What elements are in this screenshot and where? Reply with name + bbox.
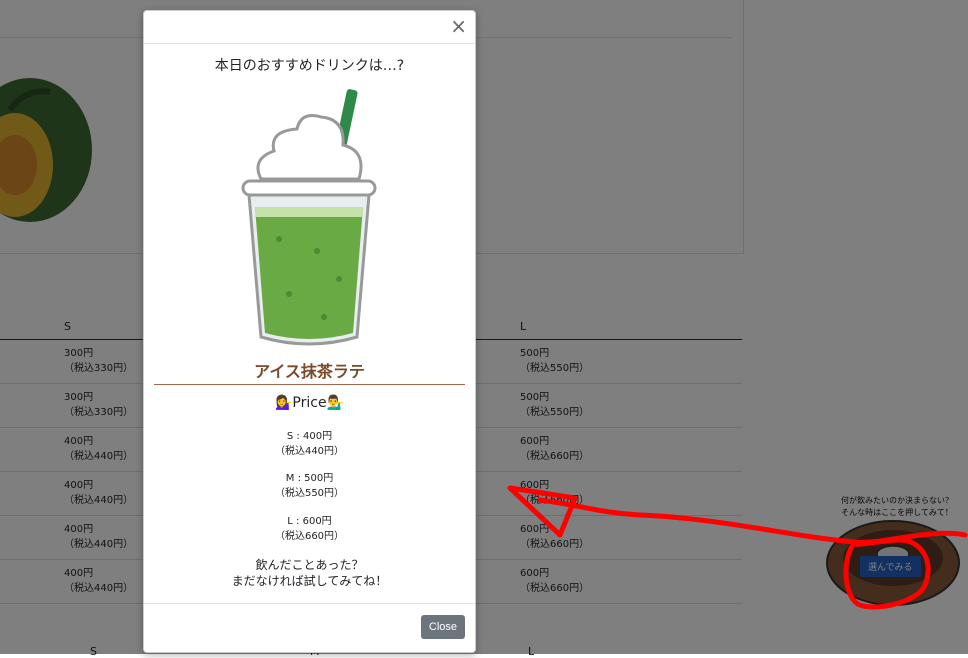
modal-question: 飲んだことあった？ まだなければ試してみてね！ [144, 557, 475, 589]
price-l: L : 600円 （税込660円） [144, 514, 475, 544]
price-m-label: M : 500円 [285, 473, 334, 484]
price-m: M : 500円 （税込550円） [144, 471, 475, 501]
price-s-label: S : 400円 [286, 431, 333, 442]
price-title: 💁‍♀️Price💁‍♂️ [274, 395, 344, 411]
price-l-tax: （税込660円） [274, 531, 345, 542]
close-icon[interactable]: × [450, 15, 467, 37]
modal-header: × [144, 11, 475, 44]
drink-name-underline [154, 384, 465, 385]
price-m-tax: （税込550円） [274, 488, 345, 499]
price-s: S : 400円 （税込440円） [144, 429, 475, 459]
price-s-tax: （税込440円） [274, 446, 345, 457]
modal-footer-divider [144, 603, 475, 604]
matcha-latte-image [241, 89, 377, 346]
question-line2: まだなければ試してみてね！ [231, 574, 388, 588]
price-l-label: L : 600円 [287, 516, 332, 527]
recommendation-modal: × 本日のおすすめドリンクは…? アイス抹茶ラテ 💁‍♀️Price💁‍♂️ S… [143, 10, 476, 653]
question-line1: 飲んだことあった？ [255, 558, 364, 572]
modal-title: 本日のおすすめドリンクは…? [214, 58, 405, 74]
drink-name: アイス抹茶ラテ [254, 362, 365, 381]
close-button[interactable]: Close [420, 615, 465, 639]
